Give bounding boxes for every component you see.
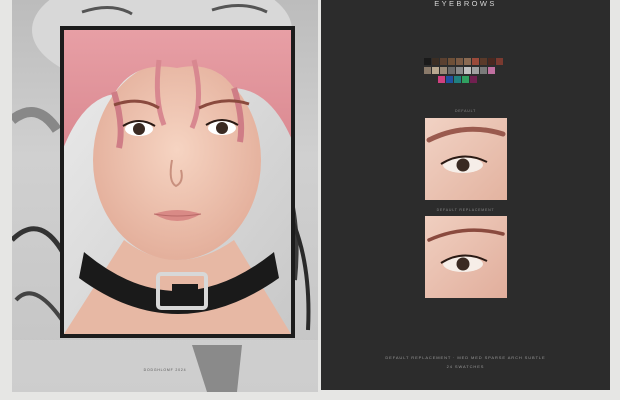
color-swatch[interactable] xyxy=(440,58,447,65)
preview-panel: DODGHLOMF 2024 xyxy=(12,0,318,392)
color-swatch[interactable] xyxy=(440,67,447,74)
color-swatch[interactable] xyxy=(462,76,469,83)
color-swatch[interactable] xyxy=(480,58,487,65)
color-swatch[interactable] xyxy=(454,76,461,83)
portrait-image xyxy=(64,30,291,334)
color-swatch[interactable] xyxy=(496,58,503,65)
color-swatch[interactable] xyxy=(432,58,439,65)
preview-default-image xyxy=(425,118,507,200)
color-swatch[interactable] xyxy=(438,76,445,83)
preview-label-replacement: DEFAULT REPLACEMENT xyxy=(436,208,495,212)
preview-label-default: DEFAULT xyxy=(454,109,477,113)
color-swatch[interactable] xyxy=(480,67,487,74)
color-swatch[interactable] xyxy=(448,58,455,65)
panel-title: EYEBROWS xyxy=(434,0,497,8)
color-swatch[interactable] xyxy=(472,58,479,65)
color-swatch[interactable] xyxy=(424,67,431,74)
swatch-count-text: 24 SWATCHES xyxy=(446,364,485,369)
color-swatch[interactable] xyxy=(456,67,463,74)
color-swatch[interactable] xyxy=(448,67,455,74)
color-swatch[interactable] xyxy=(488,67,495,74)
color-swatch[interactable] xyxy=(432,67,439,74)
preview-replacement-image xyxy=(425,216,507,298)
color-swatch[interactable] xyxy=(424,58,431,65)
description-text: DEFAULT REPLACEMENT · MED MED SPARSE ARC… xyxy=(385,355,546,360)
color-swatch[interactable] xyxy=(470,76,477,83)
swatch-row-2 xyxy=(424,67,495,74)
color-swatch[interactable] xyxy=(464,58,471,65)
credit-text: DODGHLOMF 2024 xyxy=(143,368,187,372)
swatch-row-3 xyxy=(438,76,477,83)
info-panel: EYEBROWS DEFAULT DEFAULT REPLACEMENT DEF… xyxy=(321,0,610,390)
color-swatch[interactable] xyxy=(446,76,453,83)
color-swatch[interactable] xyxy=(464,67,471,74)
color-swatch[interactable] xyxy=(456,58,463,65)
portrait-frame xyxy=(60,26,295,338)
color-swatch[interactable] xyxy=(472,67,479,74)
color-swatch[interactable] xyxy=(488,58,495,65)
swatch-row-1 xyxy=(424,58,503,65)
